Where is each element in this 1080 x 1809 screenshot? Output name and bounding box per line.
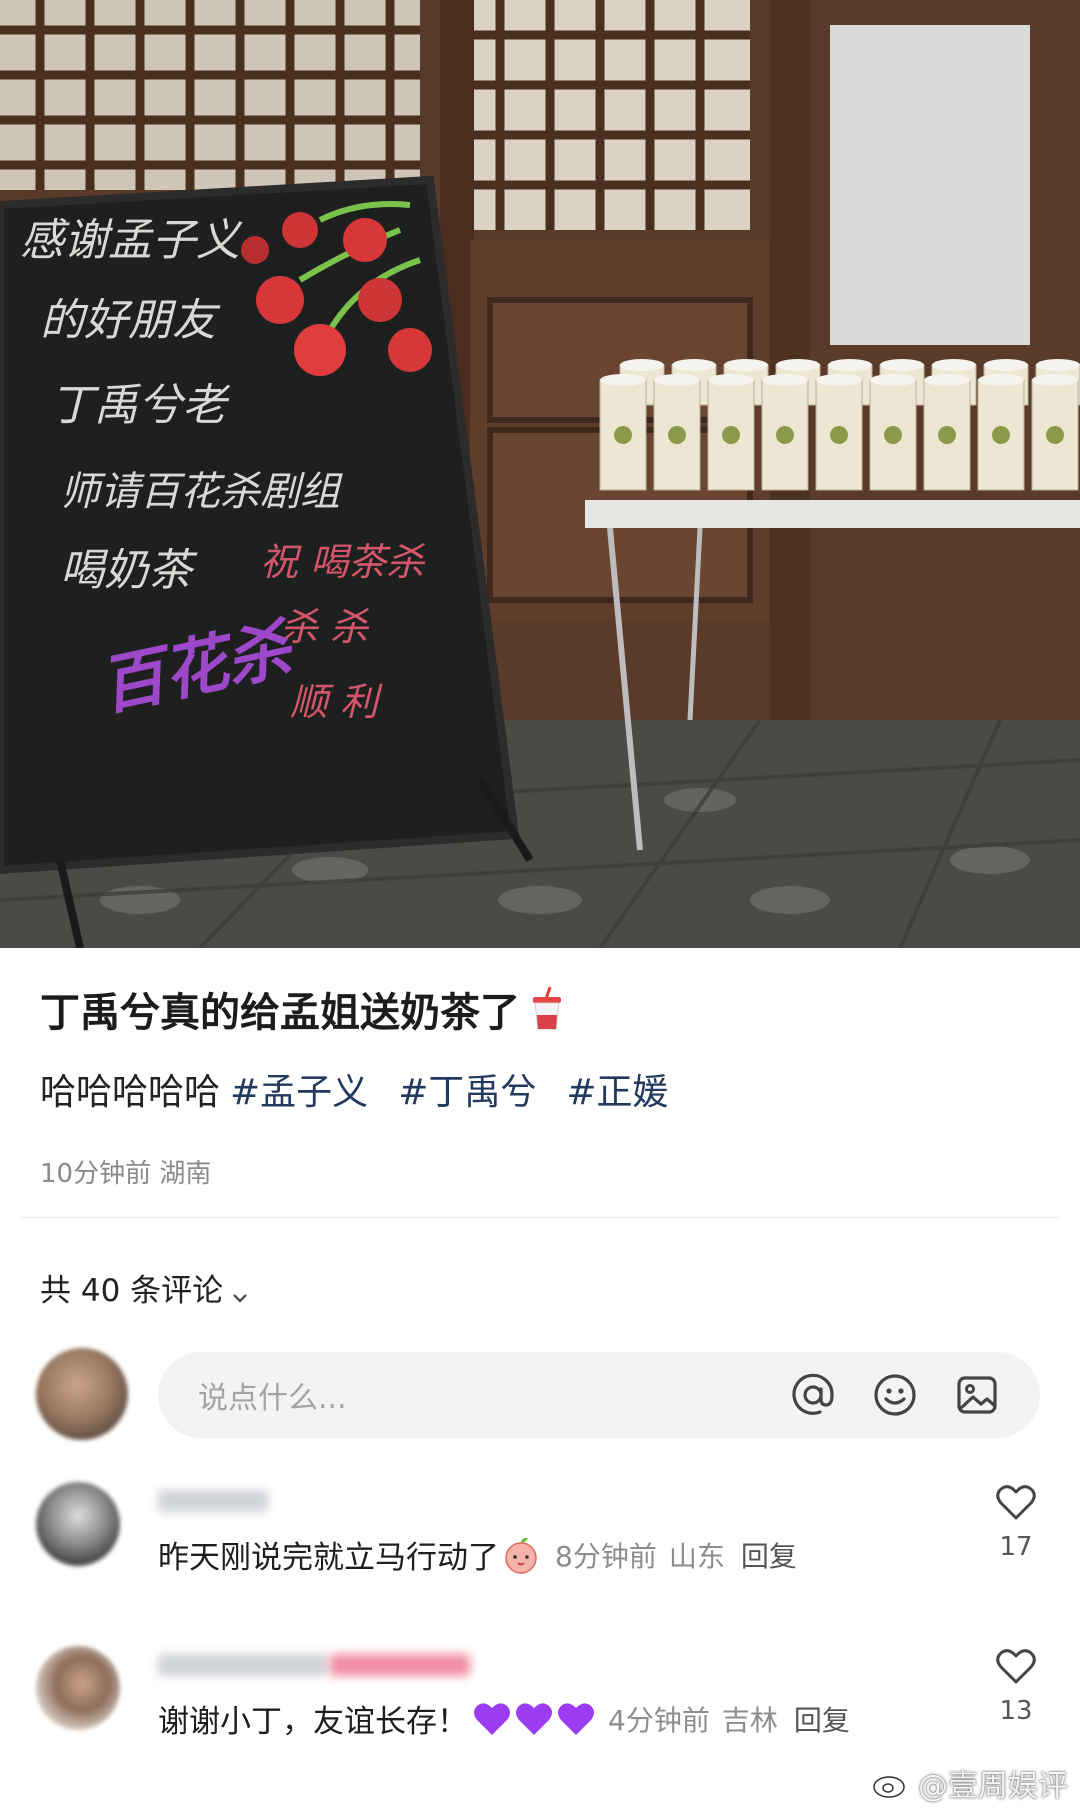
hashtag-mengziyi[interactable]: #孟子义 [230,1072,368,1113]
image-icon[interactable] [952,1370,1002,1420]
chalk-red-3: 顺 利 [290,680,383,724]
cup-logo [884,426,902,444]
cup-lid [880,359,924,371]
lattice-window-left [0,0,420,190]
cup-logo [938,426,956,444]
comment-text: 昨天刚说完就立马行动了 [158,1540,499,1576]
cup-lid [620,359,664,371]
cup-lid [816,374,862,386]
cup-logo [776,426,794,444]
emoji-icon[interactable] [870,1370,920,1420]
comment-count-toggle[interactable]: 共 40 条评论 [40,1265,249,1310]
watermark-text: @壹周娱评 [918,1769,1068,1804]
post-content-text: 哈哈哈哈哈 [40,1072,221,1113]
reply-button[interactable]: 回复 [794,1699,850,1739]
cup-lid [708,374,754,386]
chalk-line-4: 师请百花杀剧组 [60,469,343,515]
cup-lid [600,374,646,386]
like-count: 13 [999,1696,1033,1726]
chalk-line-1: 感谢孟子义 [20,215,243,266]
like-button[interactable]: 13 [990,1646,1042,1726]
comment-location: 吉林 [721,1703,778,1737]
cup-lid [1036,359,1080,371]
cup-lid [724,359,768,371]
cup-lid [1032,374,1078,386]
commenter-badge-blurred [330,1654,470,1676]
cup-lid [828,359,872,371]
weibo-logo-icon [873,1772,911,1798]
commenter-avatar[interactable] [36,1482,120,1566]
comment-count-label: 共 40 条评论 [40,1273,224,1309]
cup-lid [762,374,808,386]
cup-lid [870,374,916,386]
hashtag-dingyuxi[interactable]: #丁禹兮 [398,1072,536,1113]
comment-input-placeholder: 说点什么... [198,1381,347,1416]
cup-lid [984,359,1028,371]
comment-body[interactable]: 昨天刚说完就立马行动了 8分钟前 山东 回复 [158,1532,797,1577]
cup-logo [722,426,740,444]
post-title-text: 丁禹兮真的给孟姐送奶茶了 [40,990,520,1036]
cup-lid [978,374,1024,386]
comment-time: 4分钟前 [608,1703,710,1737]
chalk-line-3: 丁禹兮老 [50,380,231,431]
reply-button[interactable]: 回复 [741,1535,797,1575]
current-user-avatar[interactable] [36,1348,128,1440]
cup-lid [672,359,716,371]
cup-logo [668,426,686,444]
chevron-down-icon [231,1279,249,1303]
chalk-line-2: 的好朋友 [40,295,221,346]
post-location: 湖南 [159,1159,212,1189]
cup-logo [1046,426,1064,444]
chalk-line-5: 喝奶茶 [60,545,198,596]
post-title: 丁禹兮真的给孟姐送奶茶了 [40,980,564,1038]
bubble-tea-icon [530,986,564,1031]
cup-lid [776,359,820,371]
comment-time: 8分钟前 [555,1539,657,1573]
cup-logo [614,426,632,444]
watermark: @壹周娱评 [872,1761,1068,1805]
commenter-name-blurred[interactable] [158,1654,328,1676]
comment-input[interactable]: 说点什么... [158,1352,1040,1438]
photo-scene: 感谢孟子义 的好朋友 丁禹兮老 师请百花杀剧组 喝奶茶 祝 喝茶杀 杀 杀 顺 … [0,0,1080,948]
cup-logo [830,426,848,444]
heart-outline-icon [996,1485,1036,1520]
cup-lid [654,374,700,386]
post-content: 哈哈哈哈哈 #孟子义 #丁禹兮 #正媛 [40,1063,669,1115]
cup-lid [924,374,970,386]
comment-text: 谢谢小丁，友谊长存！ [158,1704,468,1740]
post-photo[interactable]: 感谢孟子义 的好朋友 丁禹兮老 师请百花杀剧组 喝奶茶 祝 喝茶杀 杀 杀 顺 … [0,0,1080,948]
cup-lid [932,359,976,371]
chalk-red-2: 杀 杀 [280,605,370,649]
heart-outline-icon [996,1649,1036,1684]
cup-logo [992,426,1010,444]
commenter-name-blurred[interactable] [158,1490,268,1512]
comment-location: 山东 [668,1539,725,1573]
commenter-avatar[interactable] [36,1646,120,1730]
hashtag-zhengyuan[interactable]: #正媛 [566,1072,668,1113]
purple-hearts-icon [472,1700,596,1738]
divider [20,1217,1060,1218]
chalk-red-1: 祝 喝茶杀 [260,540,426,584]
at-icon[interactable] [788,1370,838,1420]
post-time: 10分钟前 [40,1159,152,1189]
like-button[interactable]: 17 [990,1482,1042,1562]
comment-body[interactable]: 谢谢小丁，友谊长存！ 4分钟前 吉林 回复 [158,1696,850,1741]
peach-emoji-icon [501,1535,541,1575]
post-meta: 10分钟前 湖南 [40,1153,211,1190]
comment-item: 昨天刚说完就立马行动了 8分钟前 山东 回复 17 [0,1482,1080,1622]
like-count: 17 [999,1532,1033,1562]
lattice-window-center [470,0,750,230]
